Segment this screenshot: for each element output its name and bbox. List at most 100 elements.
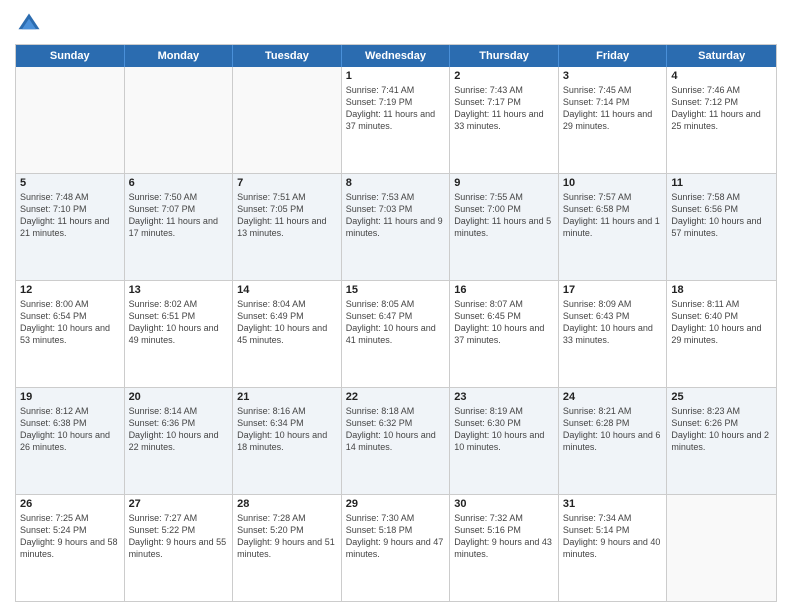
logo: [15, 10, 47, 38]
day-number: 20: [129, 391, 229, 403]
day-cell-22: 22 Sunrise: 8:18 AM Sunset: 6:32 PM Dayli…: [342, 388, 451, 494]
day-cell-29: 29 Sunrise: 7:30 AM Sunset: 5:18 PM Dayli…: [342, 495, 451, 601]
weekday-header-wednesday: Wednesday: [342, 45, 451, 67]
day-info: Sunrise: 7:41 AM Sunset: 7:19 PM Dayligh…: [346, 84, 446, 133]
day-info: Sunrise: 8:02 AM Sunset: 6:51 PM Dayligh…: [129, 298, 229, 347]
day-number: 31: [563, 498, 663, 510]
day-cell-10: 10 Sunrise: 7:57 AM Sunset: 6:58 PM Dayli…: [559, 174, 668, 280]
day-number: 12: [20, 284, 120, 296]
day-number: 1: [346, 70, 446, 82]
day-info: Sunrise: 7:58 AM Sunset: 6:56 PM Dayligh…: [671, 191, 772, 240]
day-number: 23: [454, 391, 554, 403]
empty-cell-0-0: [16, 67, 125, 173]
day-info: Sunrise: 7:34 AM Sunset: 5:14 PM Dayligh…: [563, 512, 663, 561]
day-number: 10: [563, 177, 663, 189]
day-info: Sunrise: 7:28 AM Sunset: 5:20 PM Dayligh…: [237, 512, 337, 561]
day-info: Sunrise: 7:46 AM Sunset: 7:12 PM Dayligh…: [671, 84, 772, 133]
day-number: 18: [671, 284, 772, 296]
day-cell-5: 5Sunrise: 7:48 AM Sunset: 7:10 PM Daylig…: [16, 174, 125, 280]
day-cell-7: 7 Sunrise: 7:51 AM Sunset: 7:05 PM Daylig…: [233, 174, 342, 280]
day-cell-27: 27 Sunrise: 7:27 AM Sunset: 5:22 PM Dayli…: [125, 495, 234, 601]
day-cell-8: 8 Sunrise: 7:53 AM Sunset: 7:03 PM Daylig…: [342, 174, 451, 280]
day-info: Sunrise: 7:48 AM Sunset: 7:10 PM Dayligh…: [20, 191, 120, 240]
day-number: 2: [454, 70, 554, 82]
calendar: SundayMondayTuesdayWednesdayThursdayFrid…: [15, 44, 777, 602]
calendar-row-2: 12 Sunrise: 8:00 AM Sunset: 6:54 PM Dayli…: [16, 281, 776, 388]
day-number: 8: [346, 177, 446, 189]
day-info: Sunrise: 7:50 AM Sunset: 7:07 PM Dayligh…: [129, 191, 229, 240]
day-info: Sunrise: 8:00 AM Sunset: 6:54 PM Dayligh…: [20, 298, 120, 347]
day-cell-23: 23 Sunrise: 8:19 AM Sunset: 6:30 PM Dayli…: [450, 388, 559, 494]
calendar-row-4: 26Sunrise: 7:25 AM Sunset: 5:24 PM Dayli…: [16, 495, 776, 601]
day-cell-2: 2 Sunrise: 7:43 AM Sunset: 7:17 PM Daylig…: [450, 67, 559, 173]
day-number: 17: [563, 284, 663, 296]
day-cell-18: 18 Sunrise: 8:11 AM Sunset: 6:40 PM Dayli…: [667, 281, 776, 387]
day-info: Sunrise: 7:25 AM Sunset: 5:24 PM Dayligh…: [20, 512, 120, 561]
day-info: Sunrise: 8:11 AM Sunset: 6:40 PM Dayligh…: [671, 298, 772, 347]
day-cell-13: 13 Sunrise: 8:02 AM Sunset: 6:51 PM Dayli…: [125, 281, 234, 387]
day-number: 25: [671, 391, 772, 403]
day-info: Sunrise: 7:27 AM Sunset: 5:22 PM Dayligh…: [129, 512, 229, 561]
day-info: Sunrise: 8:04 AM Sunset: 6:49 PM Dayligh…: [237, 298, 337, 347]
day-number: 9: [454, 177, 554, 189]
day-info: Sunrise: 8:18 AM Sunset: 6:32 PM Dayligh…: [346, 405, 446, 454]
day-cell-16: 16 Sunrise: 8:07 AM Sunset: 6:45 PM Dayli…: [450, 281, 559, 387]
day-info: Sunrise: 8:19 AM Sunset: 6:30 PM Dayligh…: [454, 405, 554, 454]
day-info: Sunrise: 7:43 AM Sunset: 7:17 PM Dayligh…: [454, 84, 554, 133]
weekday-header-monday: Monday: [125, 45, 234, 67]
empty-cell-0-1: [125, 67, 234, 173]
day-cell-15: 15Sunrise: 8:05 AM Sunset: 6:47 PM Dayli…: [342, 281, 451, 387]
empty-cell-0-2: [233, 67, 342, 173]
page: SundayMondayTuesdayWednesdayThursdayFrid…: [0, 0, 792, 612]
day-info: Sunrise: 7:30 AM Sunset: 5:18 PM Dayligh…: [346, 512, 446, 561]
day-cell-14: 14 Sunrise: 8:04 AM Sunset: 6:49 PM Dayli…: [233, 281, 342, 387]
day-number: 3: [563, 70, 663, 82]
day-number: 27: [129, 498, 229, 510]
day-cell-26: 26Sunrise: 7:25 AM Sunset: 5:24 PM Dayli…: [16, 495, 125, 601]
day-number: 13: [129, 284, 229, 296]
day-number: 29: [346, 498, 446, 510]
day-info: Sunrise: 8:12 AM Sunset: 6:38 PM Dayligh…: [20, 405, 120, 454]
day-cell-11: 11 Sunrise: 7:58 AM Sunset: 6:56 PM Dayli…: [667, 174, 776, 280]
day-number: 4: [671, 70, 772, 82]
calendar-row-1: 5Sunrise: 7:48 AM Sunset: 7:10 PM Daylig…: [16, 174, 776, 281]
logo-icon: [15, 10, 43, 38]
day-cell-25: 25 Sunrise: 8:23 AM Sunset: 6:26 PM Dayli…: [667, 388, 776, 494]
calendar-row-0: 1 Sunrise: 7:41 AM Sunset: 7:19 PM Daylig…: [16, 67, 776, 174]
calendar-row-3: 19 Sunrise: 8:12 AM Sunset: 6:38 PM Dayli…: [16, 388, 776, 495]
day-cell-20: 20 Sunrise: 8:14 AM Sunset: 6:36 PM Dayli…: [125, 388, 234, 494]
day-number: 19: [20, 391, 120, 403]
day-info: Sunrise: 7:32 AM Sunset: 5:16 PM Dayligh…: [454, 512, 554, 561]
day-info: Sunrise: 8:09 AM Sunset: 6:43 PM Dayligh…: [563, 298, 663, 347]
calendar-body: 1 Sunrise: 7:41 AM Sunset: 7:19 PM Daylig…: [16, 67, 776, 601]
day-number: 15: [346, 284, 446, 296]
day-info: Sunrise: 7:45 AM Sunset: 7:14 PM Dayligh…: [563, 84, 663, 133]
day-cell-31: 31 Sunrise: 7:34 AM Sunset: 5:14 PM Dayli…: [559, 495, 668, 601]
day-info: Sunrise: 8:07 AM Sunset: 6:45 PM Dayligh…: [454, 298, 554, 347]
day-info: Sunrise: 8:14 AM Sunset: 6:36 PM Dayligh…: [129, 405, 229, 454]
day-number: 11: [671, 177, 772, 189]
day-info: Sunrise: 7:57 AM Sunset: 6:58 PM Dayligh…: [563, 191, 663, 240]
day-number: 22: [346, 391, 446, 403]
day-cell-28: 28Sunrise: 7:28 AM Sunset: 5:20 PM Dayli…: [233, 495, 342, 601]
day-number: 14: [237, 284, 337, 296]
empty-cell-4-6: [667, 495, 776, 601]
weekday-header-friday: Friday: [559, 45, 668, 67]
day-number: 16: [454, 284, 554, 296]
day-number: 6: [129, 177, 229, 189]
day-info: Sunrise: 8:23 AM Sunset: 6:26 PM Dayligh…: [671, 405, 772, 454]
day-info: Sunrise: 7:53 AM Sunset: 7:03 PM Dayligh…: [346, 191, 446, 240]
day-cell-21: 21Sunrise: 8:16 AM Sunset: 6:34 PM Dayli…: [233, 388, 342, 494]
day-info: Sunrise: 7:55 AM Sunset: 7:00 PM Dayligh…: [454, 191, 554, 240]
weekday-header-sunday: Sunday: [16, 45, 125, 67]
day-cell-19: 19 Sunrise: 8:12 AM Sunset: 6:38 PM Dayli…: [16, 388, 125, 494]
day-number: 30: [454, 498, 554, 510]
calendar-header: SundayMondayTuesdayWednesdayThursdayFrid…: [16, 45, 776, 67]
day-cell-12: 12 Sunrise: 8:00 AM Sunset: 6:54 PM Dayli…: [16, 281, 125, 387]
day-number: 24: [563, 391, 663, 403]
day-cell-1: 1 Sunrise: 7:41 AM Sunset: 7:19 PM Daylig…: [342, 67, 451, 173]
day-cell-30: 30 Sunrise: 7:32 AM Sunset: 5:16 PM Dayli…: [450, 495, 559, 601]
weekday-header-saturday: Saturday: [667, 45, 776, 67]
day-info: Sunrise: 7:51 AM Sunset: 7:05 PM Dayligh…: [237, 191, 337, 240]
day-number: 7: [237, 177, 337, 189]
